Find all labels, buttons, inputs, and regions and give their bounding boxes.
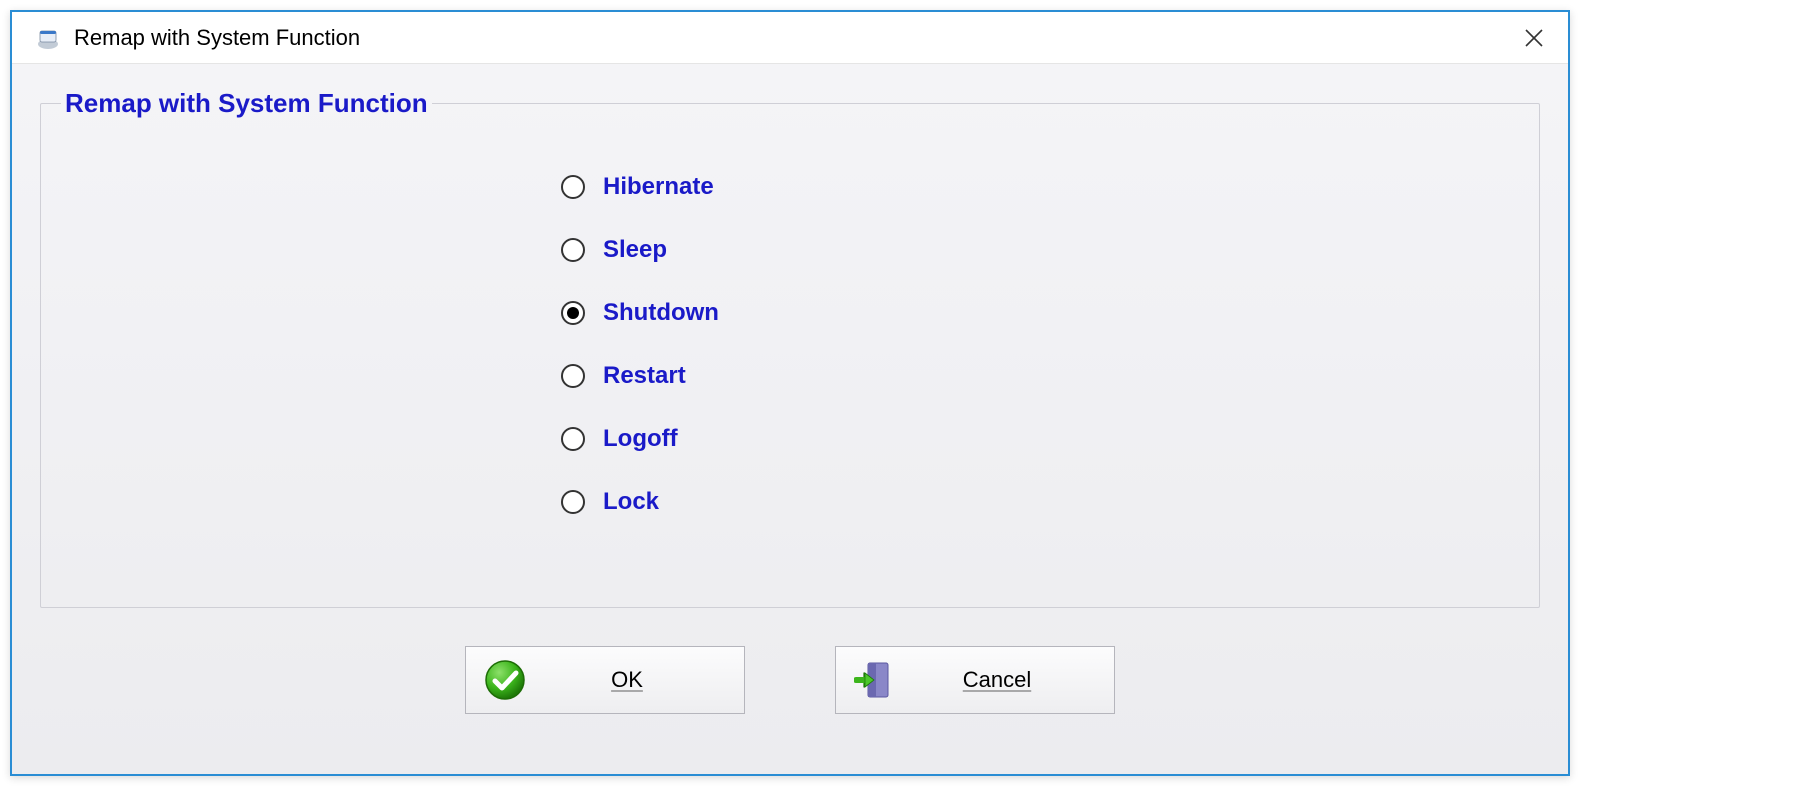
system-function-group: Remap with System Function Hibernate Sle… (40, 88, 1540, 608)
ok-button-label: OK (528, 667, 726, 693)
check-icon (484, 659, 526, 701)
button-bar: OK Cancel (40, 646, 1540, 714)
dialog-window: Remap with System Function Remap with Sy… (10, 10, 1570, 776)
radio-icon (561, 238, 585, 262)
exit-icon (854, 659, 896, 701)
close-button[interactable] (1510, 18, 1558, 58)
radio-options: Hibernate Sleep Shutdown Restart Logoff (561, 155, 1519, 533)
radio-logoff[interactable]: Logoff (561, 407, 1519, 470)
radio-label: Restart (603, 362, 686, 390)
radio-icon (561, 364, 585, 388)
app-icon (36, 26, 60, 50)
group-legend: Remap with System Function (61, 88, 432, 119)
cancel-button-label: Cancel (898, 667, 1096, 693)
ok-button[interactable]: OK (465, 646, 745, 714)
radio-restart[interactable]: Restart (561, 344, 1519, 407)
radio-label: Logoff (603, 425, 678, 453)
radio-lock[interactable]: Lock (561, 470, 1519, 533)
radio-label: Lock (603, 488, 659, 516)
radio-hibernate[interactable]: Hibernate (561, 155, 1519, 218)
radio-sleep[interactable]: Sleep (561, 218, 1519, 281)
radio-label: Shutdown (603, 299, 719, 327)
radio-icon (561, 427, 585, 451)
titlebar: Remap with System Function (12, 12, 1568, 64)
window-title: Remap with System Function (74, 25, 1510, 51)
dialog-body: Remap with System Function Hibernate Sle… (12, 64, 1568, 774)
radio-icon (561, 175, 585, 199)
radio-icon (561, 301, 585, 325)
radio-label: Sleep (603, 236, 667, 264)
close-icon (1525, 29, 1543, 47)
radio-label: Hibernate (603, 173, 714, 201)
radio-shutdown[interactable]: Shutdown (561, 281, 1519, 344)
cancel-button[interactable]: Cancel (835, 646, 1115, 714)
radio-icon (561, 490, 585, 514)
